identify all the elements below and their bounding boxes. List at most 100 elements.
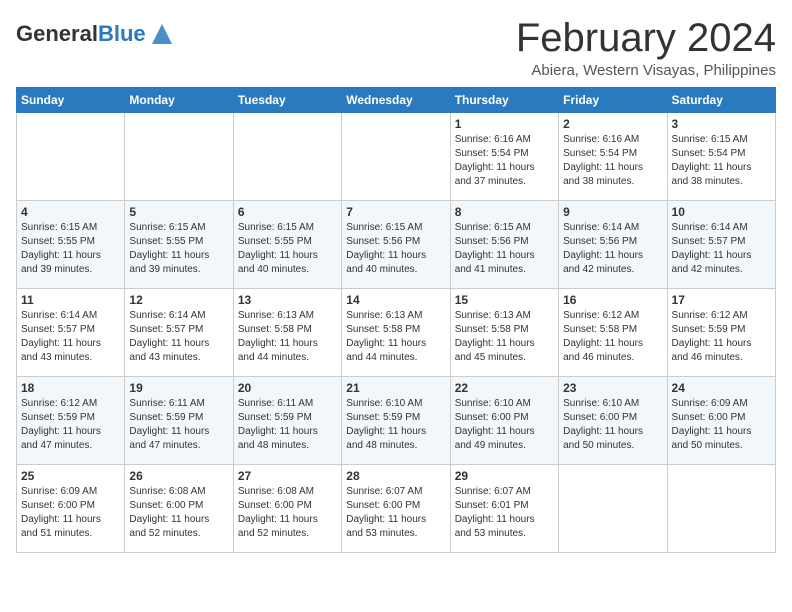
day-detail: Sunrise: 6:13 AM Sunset: 5:58 PM Dayligh… — [346, 309, 445, 365]
day-detail: Sunrise: 6:16 AM Sunset: 5:54 PM Dayligh… — [563, 133, 662, 189]
day-detail: Sunrise: 6:15 AM Sunset: 5:56 PM Dayligh… — [455, 221, 554, 277]
table-row: 5 Sunrise: 6:15 AM Sunset: 5:55 PM Daylig… — [125, 201, 233, 289]
day-detail: Sunrise: 6:09 AM Sunset: 6:00 PM Dayligh… — [672, 397, 771, 453]
day-number: 12 — [129, 293, 228, 307]
logo-blue-text: Blue — [98, 21, 146, 46]
day-detail: Sunrise: 6:15 AM Sunset: 5:55 PM Dayligh… — [238, 221, 337, 277]
day-detail: Sunrise: 6:12 AM Sunset: 5:59 PM Dayligh… — [672, 309, 771, 365]
table-row: 20Sunrise: 6:11 AM Sunset: 5:59 PM Dayli… — [233, 377, 341, 465]
day-number: 29 — [455, 469, 554, 483]
table-row — [667, 465, 775, 553]
logo-icon — [148, 20, 176, 48]
table-row: 1 Sunrise: 6:16 AM Sunset: 5:54 PM Daylig… — [450, 113, 558, 201]
logo-general-text: General — [16, 21, 98, 46]
day-detail: Sunrise: 6:14 AM Sunset: 5:57 PM Dayligh… — [129, 309, 228, 365]
header-wednesday: Wednesday — [342, 88, 450, 113]
day-number: 14 — [346, 293, 445, 307]
table-row: 16Sunrise: 6:12 AM Sunset: 5:58 PM Dayli… — [559, 289, 667, 377]
day-number: 8 — [455, 205, 554, 219]
day-detail: Sunrise: 6:14 AM Sunset: 5:56 PM Dayligh… — [563, 221, 662, 277]
day-number: 15 — [455, 293, 554, 307]
table-row — [559, 465, 667, 553]
day-number: 9 — [563, 205, 662, 219]
header-monday: Monday — [125, 88, 233, 113]
header-tuesday: Tuesday — [233, 88, 341, 113]
table-row: 18 Sunrise: 6:12 AM Sunset: 5:59 PM Dayli… — [17, 377, 125, 465]
day-detail: Sunrise: 6:07 AM Sunset: 6:00 PM Dayligh… — [346, 485, 445, 541]
day-detail: Sunrise: 6:15 AM Sunset: 5:54 PM Dayligh… — [672, 133, 771, 189]
day-number: 24 — [672, 381, 771, 395]
day-detail: Sunrise: 6:10 AM Sunset: 6:00 PM Dayligh… — [563, 397, 662, 453]
table-row: 19 Sunrise: 6:11 AM Sunset: 5:59 PM Dayli… — [125, 377, 233, 465]
table-row — [125, 113, 233, 201]
table-row: 22 Sunrise: 6:10 AM Sunset: 6:00 PM Dayli… — [450, 377, 558, 465]
table-row: 9 Sunrise: 6:14 AM Sunset: 5:56 PM Daylig… — [559, 201, 667, 289]
table-row: 12 Sunrise: 6:14 AM Sunset: 5:57 PM Dayli… — [125, 289, 233, 377]
day-number: 3 — [672, 117, 771, 131]
header-friday: Friday — [559, 88, 667, 113]
table-row: 11Sunrise: 6:14 AM Sunset: 5:57 PM Dayli… — [17, 289, 125, 377]
day-detail: Sunrise: 6:16 AM Sunset: 5:54 PM Dayligh… — [455, 133, 554, 189]
calendar-week-2: 11 Sunrise: 6:14 AM Sunset: 5:57 PM Dayli… — [17, 289, 776, 377]
month-title: February 2024 — [516, 16, 776, 60]
day-number: 26 — [129, 469, 228, 483]
header-row: Sunday Monday Tuesday Wednesday Thursday… — [17, 88, 776, 113]
day-detail: Sunrise: 6:12 AM Sunset: 5:59 PM Dayligh… — [21, 397, 120, 453]
day-number: 11 — [21, 293, 120, 307]
calendar-week-0: 1 Sunrise: 6:16 AM Sunset: 5:54 PM Daylig… — [17, 113, 776, 201]
table-row: 8 Sunrise: 6:15 AM Sunset: 5:56 PM Daylig… — [450, 201, 558, 289]
calendar-header: Sunday Monday Tuesday Wednesday Thursday… — [17, 88, 776, 113]
table-row: 3 Sunrise: 6:15 AM Sunset: 5:54 PM Daylig… — [667, 113, 775, 201]
table-row: 2 Sunrise: 6:16 AM Sunset: 5:54 PM Daylig… — [559, 113, 667, 201]
table-row: 23 Sunrise: 6:10 AM Sunset: 6:00 PM Dayli… — [559, 377, 667, 465]
day-number: 23 — [563, 381, 662, 395]
day-detail: Sunrise: 6:08 AM Sunset: 6:00 PM Dayligh… — [129, 485, 228, 541]
day-detail: Sunrise: 6:08 AM Sunset: 6:00 PM Dayligh… — [238, 485, 337, 541]
table-row: 6 Sunrise: 6:15 AM Sunset: 5:55 PM Daylig… — [233, 201, 341, 289]
day-number: 18 — [21, 381, 120, 395]
table-row: 27 Sunrise: 6:08 AM Sunset: 6:00 PM Dayli… — [233, 465, 341, 553]
day-number: 13 — [238, 293, 337, 307]
day-number: 10 — [672, 205, 771, 219]
day-number: 6 — [238, 205, 337, 219]
table-row: 29 Sunrise: 6:07 AM Sunset: 6:01 PM Dayli… — [450, 465, 558, 553]
day-detail: Sunrise: 6:13 AM Sunset: 5:58 PM Dayligh… — [238, 309, 337, 365]
day-detail: Sunrise: 6:15 AM Sunset: 5:55 PM Dayligh… — [21, 221, 120, 277]
header-saturday: Saturday — [667, 88, 775, 113]
table-row: 28 Sunrise: 6:07 AM Sunset: 6:00 PM Dayli… — [342, 465, 450, 553]
day-number: 28 — [346, 469, 445, 483]
day-number: 2 — [563, 117, 662, 131]
day-number: 7 — [346, 205, 445, 219]
table-row — [342, 113, 450, 201]
table-row: 7 Sunrise: 6:15 AM Sunset: 5:56 PM Daylig… — [342, 201, 450, 289]
day-number: 17 — [672, 293, 771, 307]
day-number: 5 — [129, 205, 228, 219]
day-detail: Sunrise: 6:07 AM Sunset: 6:01 PM Dayligh… — [455, 485, 554, 541]
header-sunday: Sunday — [17, 88, 125, 113]
location-text: Abiera, Western Visayas, Philippines — [516, 62, 776, 79]
day-detail: Sunrise: 6:15 AM Sunset: 5:56 PM Dayligh… — [346, 221, 445, 277]
table-row: 4 Sunrise: 6:15 AM Sunset: 5:55 PM Daylig… — [17, 201, 125, 289]
day-number: 21 — [346, 381, 445, 395]
day-detail: Sunrise: 6:10 AM Sunset: 5:59 PM Dayligh… — [346, 397, 445, 453]
day-number: 27 — [238, 469, 337, 483]
day-number: 4 — [21, 205, 120, 219]
calendar-body: 1 Sunrise: 6:16 AM Sunset: 5:54 PM Daylig… — [17, 113, 776, 553]
table-row: 13 Sunrise: 6:13 AM Sunset: 5:58 PM Dayli… — [233, 289, 341, 377]
day-detail: Sunrise: 6:10 AM Sunset: 6:00 PM Dayligh… — [455, 397, 554, 453]
day-detail: Sunrise: 6:12 AM Sunset: 5:58 PM Dayligh… — [563, 309, 662, 365]
day-detail: Sunrise: 6:11 AM Sunset: 5:59 PM Dayligh… — [129, 397, 228, 453]
day-number: 19 — [129, 381, 228, 395]
day-detail: Sunrise: 6:09 AM Sunset: 6:00 PM Dayligh… — [21, 485, 120, 541]
day-detail: Sunrise: 6:14 AM Sunset: 5:57 PM Dayligh… — [672, 221, 771, 277]
day-number: 1 — [455, 117, 554, 131]
table-row: 10 Sunrise: 6:14 AM Sunset: 5:57 PM Dayli… — [667, 201, 775, 289]
day-detail: Sunrise: 6:15 AM Sunset: 5:55 PM Dayligh… — [129, 221, 228, 277]
day-number: 22 — [455, 381, 554, 395]
table-row: 25 Sunrise: 6:09 AM Sunset: 6:00 PM Dayli… — [17, 465, 125, 553]
table-row: 21 Sunrise: 6:10 AM Sunset: 5:59 PM Dayli… — [342, 377, 450, 465]
day-number: 25 — [21, 469, 120, 483]
table-row: 15 Sunrise: 6:13 AM Sunset: 5:58 PM Dayli… — [450, 289, 558, 377]
calendar-week-3: 18 Sunrise: 6:12 AM Sunset: 5:59 PM Dayli… — [17, 377, 776, 465]
day-detail: Sunrise: 6:13 AM Sunset: 5:58 PM Dayligh… — [455, 309, 554, 365]
